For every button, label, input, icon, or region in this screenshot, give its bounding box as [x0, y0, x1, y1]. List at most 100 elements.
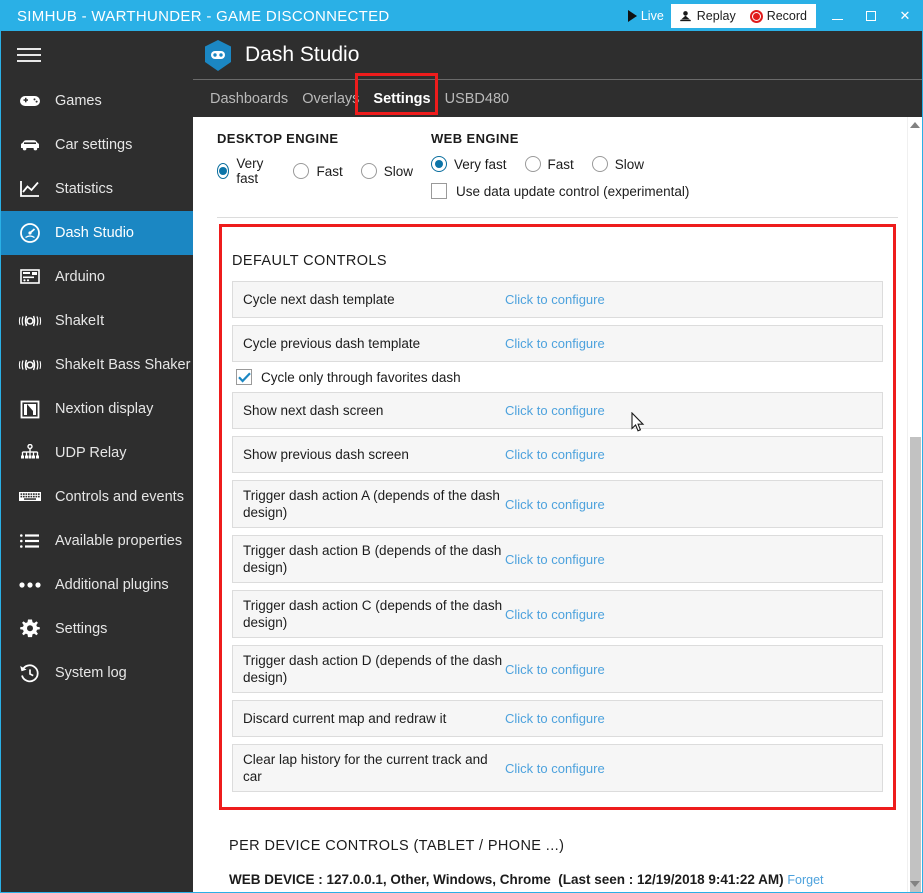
tab-usbd480[interactable]: USBD480: [438, 80, 516, 118]
scrollbar-thumb[interactable]: [910, 437, 921, 892]
sidebar-item-available-properties[interactable]: Available properties: [1, 519, 193, 563]
close-button[interactable]: ✕: [888, 1, 922, 31]
data-update-control-checkbox[interactable]: Use data update control (experimental): [431, 183, 689, 199]
desktop-engine-slow[interactable]: Slow: [360, 163, 413, 179]
control-name: Trigger dash action A (depends of the da…: [243, 488, 500, 520]
radio-label: Fast: [316, 163, 343, 179]
control-row-trigger-dash-action-c[interactable]: Trigger dash action C (depends of the da…: [232, 590, 883, 638]
radio-label: Slow: [383, 163, 413, 179]
configure-link[interactable]: Click to configure: [505, 607, 605, 622]
sidebar-item-label: Settings: [55, 621, 108, 637]
keyboard-icon: [15, 485, 45, 509]
control-name: Clear lap history for the current track …: [243, 752, 488, 784]
control-row-show-previous-dash-screen[interactable]: Show previous dash screen Click to confi…: [232, 436, 883, 473]
configure-link[interactable]: Click to configure: [505, 552, 605, 567]
control-row-trigger-dash-action-b[interactable]: Trigger dash action B (depends of the da…: [232, 535, 883, 583]
checkbox-icon: [431, 183, 447, 199]
minimize-button[interactable]: [820, 1, 854, 31]
sidebar-item-label: Arduino: [55, 269, 105, 285]
sidebar-item-label: Additional plugins: [55, 577, 169, 593]
radio-icon: [524, 156, 541, 172]
tab-settings[interactable]: Settings: [366, 80, 437, 118]
sidebar-item-statistics[interactable]: Statistics: [1, 167, 193, 211]
hamburger-menu-button[interactable]: [1, 31, 193, 79]
record-button[interactable]: Record: [743, 4, 814, 28]
tab-dashboards[interactable]: Dashboards: [203, 80, 295, 118]
web-device-row: WEB DEVICE : 127.0.0.1, Other, Windows, …: [229, 872, 886, 887]
radio-label: Fast: [547, 156, 574, 172]
sidebar-item-settings[interactable]: Settings: [1, 607, 193, 651]
display-icon: [15, 397, 45, 421]
vibration-icon: [15, 309, 45, 333]
sidebar-item-shakeit[interactable]: ShakeIt: [1, 299, 193, 343]
record-label: Record: [766, 9, 807, 23]
configure-link[interactable]: Click to configure: [505, 497, 605, 512]
web-engine-very-fast[interactable]: Very fast: [431, 156, 507, 172]
sidebar-item-arduino[interactable]: Arduino: [1, 255, 193, 299]
settings-content-inner: DESKTOP ENGINE Very fast Fast Slow WEB E…: [193, 117, 922, 892]
checkbox-icon: [236, 369, 252, 385]
desktop-engine-group: DESKTOP ENGINE Very fast Fast Slow: [217, 131, 431, 199]
configure-link[interactable]: Click to configure: [505, 292, 605, 307]
scroll-down-button[interactable]: [908, 876, 922, 892]
sidebar-item-label: Dash Studio: [55, 225, 134, 241]
sidebar-item-additional-plugins[interactable]: Additional plugins: [1, 563, 193, 607]
play-icon: [627, 10, 637, 22]
checkbox-label: Use data update control (experimental): [456, 183, 690, 199]
control-name: Trigger dash action D (depends of the da…: [243, 653, 503, 685]
live-button[interactable]: Live: [620, 4, 671, 28]
record-icon: [749, 9, 763, 23]
control-row-trigger-dash-action-d[interactable]: Trigger dash action D (depends of the da…: [232, 645, 883, 693]
control-row-cycle-next-dash-template[interactable]: Cycle next dash template Click to config…: [232, 281, 883, 318]
configure-link[interactable]: Click to configure: [505, 662, 605, 677]
sidebar: Games Car settings Statistics Dash Studi…: [1, 31, 193, 892]
dash-studio-gamepad-badge-icon: [203, 39, 233, 72]
chart-line-icon: [15, 177, 45, 201]
sidebar-item-udp-relay[interactable]: UDP Relay: [1, 431, 193, 475]
car-icon: [15, 133, 45, 157]
per-device-controls-caption: PER DEVICE CONTROLS (TABLET / PHONE ...): [229, 838, 565, 854]
web-device-last-seen: (Last seen : 12/19/2018 9:41:22 AM): [558, 872, 784, 887]
configure-link[interactable]: Click to configure: [505, 711, 605, 726]
favorites-only-checkbox[interactable]: Cycle only through favorites dash: [236, 369, 893, 385]
control-row-cycle-previous-dash-template[interactable]: Cycle previous dash template Click to co…: [232, 325, 883, 362]
control-row-clear-lap-history[interactable]: Clear lap history for the current track …: [232, 744, 883, 792]
sidebar-item-dash-studio[interactable]: Dash Studio: [1, 211, 193, 255]
ellipsis-icon: [15, 573, 45, 597]
chevron-down-icon: [910, 881, 920, 887]
maximize-button[interactable]: [854, 1, 888, 31]
sidebar-item-system-log[interactable]: System log: [1, 651, 193, 695]
web-engine-caption: WEB ENGINE: [431, 131, 519, 146]
title-bar: SIMHUB - WARTHUNDER - GAME DISCONNECTED …: [1, 1, 922, 31]
sidebar-item-nextion-display[interactable]: Nextion display: [1, 387, 193, 431]
replay-button[interactable]: Replay: [671, 4, 743, 28]
scroll-up-button[interactable]: [908, 117, 922, 133]
control-row-trigger-dash-action-a[interactable]: Trigger dash action A (depends of the da…: [232, 480, 883, 528]
default-controls-caption: DEFAULT CONTROLS: [232, 253, 387, 269]
sidebar-item-label: Available properties: [55, 533, 183, 549]
page-header: Dash Studio: [193, 31, 922, 79]
web-engine-slow[interactable]: Slow: [591, 156, 644, 172]
sidebar-item-shakeit-bass-shaker[interactable]: ShakeIt Bass Shaker: [1, 343, 193, 387]
radio-icon: [360, 163, 377, 179]
desktop-engine-fast[interactable]: Fast: [293, 163, 343, 179]
desktop-engine-very-fast[interactable]: Very fast: [217, 156, 275, 186]
vertical-scrollbar[interactable]: [907, 117, 922, 892]
sidebar-item-label: System log: [55, 665, 127, 681]
replay-icon: [680, 11, 691, 22]
sidebar-item-games[interactable]: Games: [1, 79, 193, 123]
radio-icon: [431, 156, 447, 172]
configure-link[interactable]: Click to configure: [505, 447, 605, 462]
configure-link[interactable]: Click to configure: [505, 336, 605, 351]
control-row-show-next-dash-screen[interactable]: Show next dash screen Click to configure: [232, 392, 883, 429]
radio-label: Very fast: [454, 156, 507, 172]
sidebar-item-car-settings[interactable]: Car settings: [1, 123, 193, 167]
forget-device-link[interactable]: Forget: [787, 873, 823, 887]
web-engine-fast[interactable]: Fast: [524, 156, 574, 172]
configure-link[interactable]: Click to configure: [505, 403, 605, 418]
control-name: Show next dash screen: [243, 403, 384, 418]
configure-link[interactable]: Click to configure: [505, 761, 605, 776]
tab-overlays[interactable]: Overlays: [295, 80, 366, 118]
sidebar-item-controls-and-events[interactable]: Controls and events: [1, 475, 193, 519]
control-row-discard-current-map[interactable]: Discard current map and redraw it Click …: [232, 700, 883, 737]
